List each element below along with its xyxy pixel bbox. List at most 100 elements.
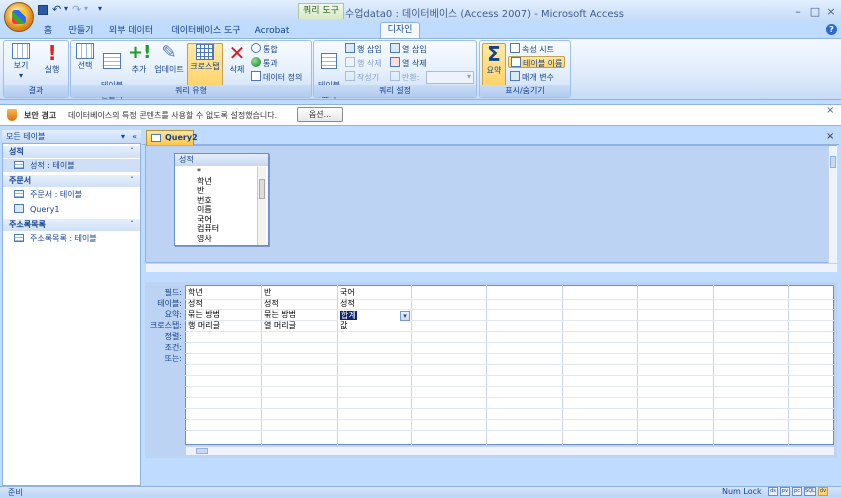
grid-cell-crosstab[interactable]: 열 머리글: [264, 321, 296, 331]
datasheet-view-icon[interactable]: ds: [768, 487, 778, 496]
field-list-item[interactable]: 번호: [197, 197, 212, 205]
tab-home[interactable]: 홈: [38, 24, 58, 38]
delete-label: 삭제: [229, 65, 245, 74]
nav-item-address-list-table[interactable]: 주소록목록 : 테이블: [3, 232, 140, 245]
field-list-scrollbar[interactable]: [257, 167, 266, 245]
update-pencil-icon: ✎: [161, 42, 177, 63]
scroll-thumb[interactable]: [259, 179, 265, 199]
grid-cell-field[interactable]: 학년: [188, 288, 203, 298]
return-combo[interactable]: ▾: [426, 71, 474, 84]
grid-cell-table[interactable]: 성적: [340, 299, 355, 309]
field-list-item[interactable]: 이름: [197, 206, 212, 214]
customize-qat-icon[interactable]: ▾: [98, 4, 102, 13]
field-list-item[interactable]: 컴퓨터: [197, 225, 219, 233]
grid-cell-field[interactable]: 국어: [340, 288, 355, 298]
builder-button[interactable]: 작성기: [345, 71, 379, 83]
select-query-label: 선택: [77, 61, 93, 70]
tab-create[interactable]: 만들기: [66, 24, 96, 38]
run-button[interactable]: ! 실행: [38, 43, 66, 87]
nav-group-address-list[interactable]: 주소록목록 ˆ: [3, 219, 140, 231]
nav-group-grades[interactable]: 성적 ˆ: [3, 146, 140, 158]
grid-cell-table[interactable]: 성적: [188, 299, 203, 309]
field-list-item[interactable]: 영사: [197, 235, 212, 242]
data-definition-button[interactable]: 데이터 정의: [251, 71, 302, 83]
field-list-item[interactable]: 반: [197, 187, 204, 195]
view-button[interactable]: 보기 ▾: [7, 43, 35, 87]
security-options-button[interactable]: 옵션...: [297, 107, 343, 122]
pane-splitter[interactable]: [142, 272, 839, 282]
union-button[interactable]: 통합: [251, 43, 278, 55]
field-list-title[interactable]: 성적: [175, 154, 268, 166]
scroll-thumb[interactable]: [196, 448, 208, 454]
upper-pane-horizontal-scrollbar[interactable]: [146, 263, 837, 272]
nav-pane-dropdown-icon[interactable]: ▾: [121, 130, 125, 143]
pass-through-button[interactable]: 통과: [251, 57, 278, 69]
grid-cell-field[interactable]: 반: [264, 288, 271, 298]
return-label-wrap: 반환:: [390, 71, 419, 83]
crosstab-query-button[interactable]: 크로스탭: [187, 43, 223, 87]
field-list-item[interactable]: *: [197, 168, 201, 176]
scroll-thumb[interactable]: [830, 156, 836, 168]
property-sheet-button[interactable]: 속성 시트: [510, 43, 554, 55]
property-sheet-label: 속성 시트: [522, 45, 554, 54]
grid-cell-crosstab[interactable]: 행 머리글: [188, 321, 220, 331]
document-close-icon[interactable]: ×: [826, 131, 834, 142]
office-button[interactable]: [4, 2, 34, 32]
grid-cell-table[interactable]: 성적: [264, 299, 279, 309]
nav-group-orders[interactable]: 주문서 ˆ: [3, 175, 140, 187]
grid-cell-crosstab[interactable]: 값: [340, 321, 347, 331]
tab-external-data[interactable]: 외부 데이터: [106, 24, 156, 38]
update-query-button[interactable]: ✎ 업데이트: [153, 43, 185, 87]
grid-horizontal-scrollbar[interactable]: [186, 446, 834, 455]
parameters-button[interactable]: 매개 변수: [510, 71, 554, 83]
group-results: 보기 ▾ ! 실행 결과: [3, 40, 69, 98]
delete-query-button[interactable]: ✕ 삭제: [225, 43, 249, 87]
pivot-table-view-icon[interactable]: pv: [780, 487, 790, 496]
insert-rows-button[interactable]: 행 삽입: [345, 43, 382, 55]
redo-dropdown-icon[interactable]: ▾: [84, 4, 88, 13]
undo-icon[interactable]: ↶: [52, 3, 61, 16]
tab-database-tools[interactable]: 데이터베이스 도구: [170, 24, 242, 38]
close-button[interactable]: ×: [823, 5, 839, 18]
grid-row-divider: [185, 299, 834, 300]
field-list-item[interactable]: 국어: [197, 216, 212, 224]
total-dropdown-icon[interactable]: ▾: [400, 311, 410, 321]
field-list-item[interactable]: 학년: [197, 178, 212, 186]
tab-acrobat[interactable]: Acrobat: [252, 24, 292, 38]
totals-button[interactable]: Σ 요약: [482, 43, 506, 87]
save-icon[interactable]: [38, 5, 48, 15]
grid-cell-total[interactable]: 묶는 방법: [188, 310, 220, 320]
delete-rows-button[interactable]: 행 삭제: [345, 57, 382, 69]
tab-query2[interactable]: Query2: [146, 130, 198, 145]
insert-columns-button[interactable]: 열 삽입: [390, 43, 427, 55]
append-query-button[interactable]: +! 추가: [128, 43, 151, 87]
make-table-button[interactable]: 테이블 만들기: [98, 43, 126, 100]
delete-columns-button[interactable]: 열 삭제: [390, 57, 427, 69]
nav-item-grades-table[interactable]: 성적 : 테이블: [3, 159, 140, 172]
nav-pane-header[interactable]: 모든 테이블 ▾ «: [2, 130, 141, 144]
nav-item-orders-table[interactable]: 주문서 : 테이블: [3, 188, 140, 201]
security-bar-close-icon[interactable]: ×: [826, 105, 834, 116]
show-table-button[interactable]: 테이블 표시: [316, 43, 342, 100]
design-view-icon[interactable]: dv: [818, 487, 828, 496]
table-names-icon: [511, 57, 521, 67]
table-names-button[interactable]: 테이블 이름: [508, 56, 566, 68]
table-names-label: 테이블 이름: [523, 59, 563, 68]
field-list-grades[interactable]: [174, 153, 269, 246]
select-query-button[interactable]: 선택: [73, 43, 97, 87]
undo-dropdown-icon[interactable]: ▾: [64, 4, 68, 13]
pivot-chart-view-icon[interactable]: pc: [792, 487, 802, 496]
nav-item-query1[interactable]: Query1: [3, 203, 140, 216]
run-exclamation-icon: !: [47, 41, 57, 65]
minimize-button[interactable]: –: [790, 5, 806, 18]
grid-row-divider: [185, 342, 834, 343]
sql-view-icon[interactable]: SQL: [804, 487, 816, 496]
maximize-button[interactable]: □: [807, 5, 823, 18]
tab-design[interactable]: 디자인: [380, 22, 420, 39]
upper-pane-vertical-scrollbar[interactable]: [828, 146, 837, 263]
chevron-up-icon: ˆ: [130, 147, 134, 156]
grid-cell-total[interactable]: 묶는 방법: [264, 310, 296, 320]
help-icon[interactable]: ?: [826, 24, 837, 35]
nav-pane-collapse-icon[interactable]: «: [132, 130, 137, 143]
redo-icon[interactable]: ↷: [72, 3, 81, 16]
